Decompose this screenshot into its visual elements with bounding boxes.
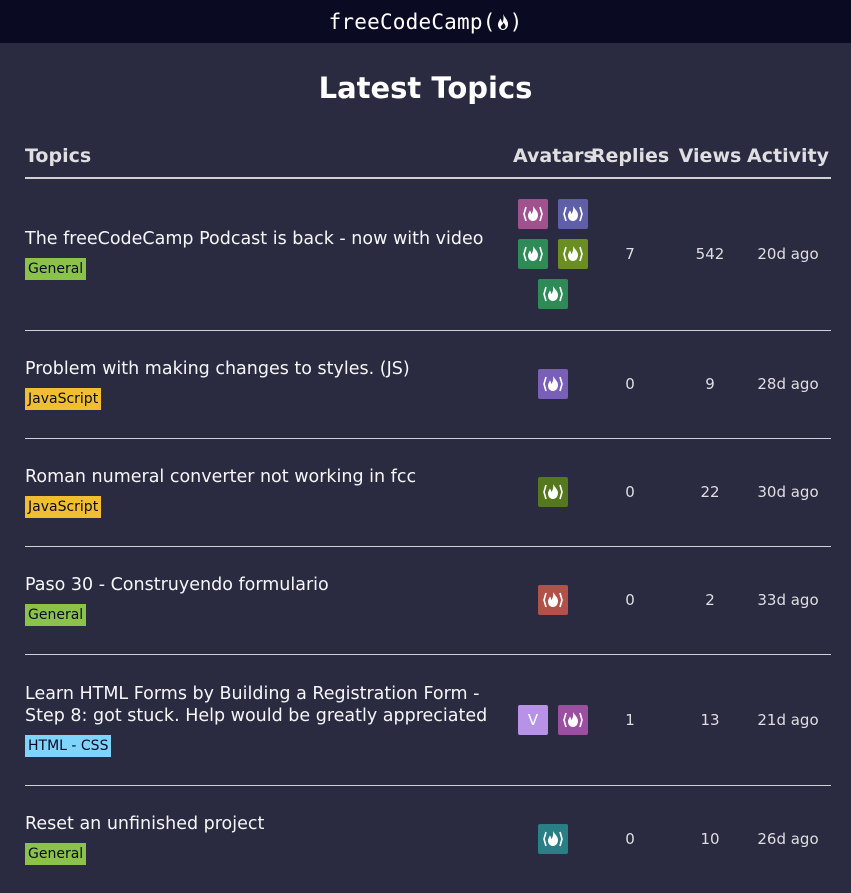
table-row: Roman numeral converter not working in f… xyxy=(25,438,831,547)
avatar[interactable] xyxy=(558,704,588,735)
reply-count: 0 xyxy=(625,830,635,849)
topics-table: Topics Avatars Replies Views Activity Th… xyxy=(25,107,831,893)
reply-count: 1 xyxy=(585,654,675,786)
view-count: 10 xyxy=(700,830,720,849)
avatar[interactable] xyxy=(558,239,588,270)
category-tag[interactable]: JavaScript xyxy=(25,496,102,518)
flame-icon xyxy=(563,206,583,222)
view-count: 13 xyxy=(675,654,745,786)
flame-icon xyxy=(523,206,543,222)
column-header-topics: Topics xyxy=(25,107,513,179)
topic-title-link[interactable]: Learn HTML Forms by Building a Registrat… xyxy=(25,683,513,727)
reply-count: 0 xyxy=(585,546,675,655)
reply-count: 0 xyxy=(585,330,675,439)
avatar[interactable] xyxy=(518,239,548,270)
avatar-group xyxy=(513,585,593,615)
activity-time[interactable]: 30d ago xyxy=(745,438,831,547)
view-count: 2 xyxy=(675,546,745,655)
table-row: Problem with making changes to styles. (… xyxy=(25,330,831,439)
avatar-group xyxy=(513,824,593,855)
avatar[interactable] xyxy=(538,477,568,507)
view-count: 542 xyxy=(675,178,745,331)
topic-title-link[interactable]: Roman numeral converter not working in f… xyxy=(25,466,513,488)
activity-time[interactable]: 20d ago xyxy=(745,178,831,331)
flame-icon xyxy=(543,831,563,847)
table-row: Reset an unfinished project General 0 10… xyxy=(25,785,831,893)
reply-count: 0 xyxy=(585,438,675,547)
avatar[interactable] xyxy=(538,585,568,615)
topic-title-link[interactable]: Paso 30 - Construyendo formulario xyxy=(25,574,513,596)
avatar-group xyxy=(513,199,593,310)
topic-title-link[interactable]: The freeCodeCamp Podcast is back - now w… xyxy=(25,228,513,250)
avatar-group xyxy=(513,369,593,399)
activity-time[interactable]: 33d ago xyxy=(745,546,831,655)
column-header-activity: Activity xyxy=(745,107,831,179)
avatar[interactable] xyxy=(538,369,568,399)
flame-icon xyxy=(497,13,508,30)
avatar[interactable] xyxy=(538,279,568,310)
column-header-views: Views xyxy=(675,107,745,179)
avatar-group xyxy=(513,477,593,507)
category-tag[interactable]: General xyxy=(25,258,87,281)
category-tag[interactable]: JavaScript xyxy=(25,388,102,410)
column-header-replies: Replies xyxy=(585,107,675,179)
page-title: Latest Topics xyxy=(318,71,533,105)
column-header-avatars: Avatars xyxy=(513,107,595,179)
flame-icon xyxy=(543,592,563,608)
view-count: 9 xyxy=(675,330,745,439)
category-tag[interactable]: General xyxy=(25,604,87,626)
avatar[interactable] xyxy=(558,199,588,230)
activity-time[interactable]: 28d ago xyxy=(745,330,831,439)
avatar-group: V xyxy=(513,704,593,735)
reply-count: 7 xyxy=(585,178,675,331)
flame-icon xyxy=(543,286,563,302)
view-count: 22 xyxy=(675,438,745,547)
flame-icon xyxy=(543,376,563,392)
flame-icon xyxy=(563,246,583,262)
freecodecamp-logo[interactable]: freeCodeCamp() xyxy=(329,10,523,34)
topic-title-link[interactable]: Problem with making changes to styles. (… xyxy=(25,358,513,380)
table-row: The freeCodeCamp Podcast is back - now w… xyxy=(25,178,831,331)
topic-title-link[interactable]: Reset an unfinished project xyxy=(25,813,513,835)
table-row: Paso 30 - Construyendo formulario Genera… xyxy=(25,546,831,655)
category-tag[interactable]: General xyxy=(25,843,87,866)
flame-icon xyxy=(563,711,583,727)
activity-time[interactable]: 21d ago xyxy=(745,654,831,786)
flame-icon xyxy=(523,246,543,262)
avatar[interactable]: V xyxy=(518,704,548,735)
activity-time[interactable]: 26d ago xyxy=(745,785,831,893)
avatar[interactable] xyxy=(518,199,548,230)
flame-icon xyxy=(543,484,563,500)
top-navbar: freeCodeCamp() xyxy=(0,0,851,43)
category-tag[interactable]: HTML - CSS xyxy=(25,734,112,757)
table-row: Learn HTML Forms by Building a Registrat… xyxy=(25,654,831,786)
avatar[interactable] xyxy=(538,824,568,855)
